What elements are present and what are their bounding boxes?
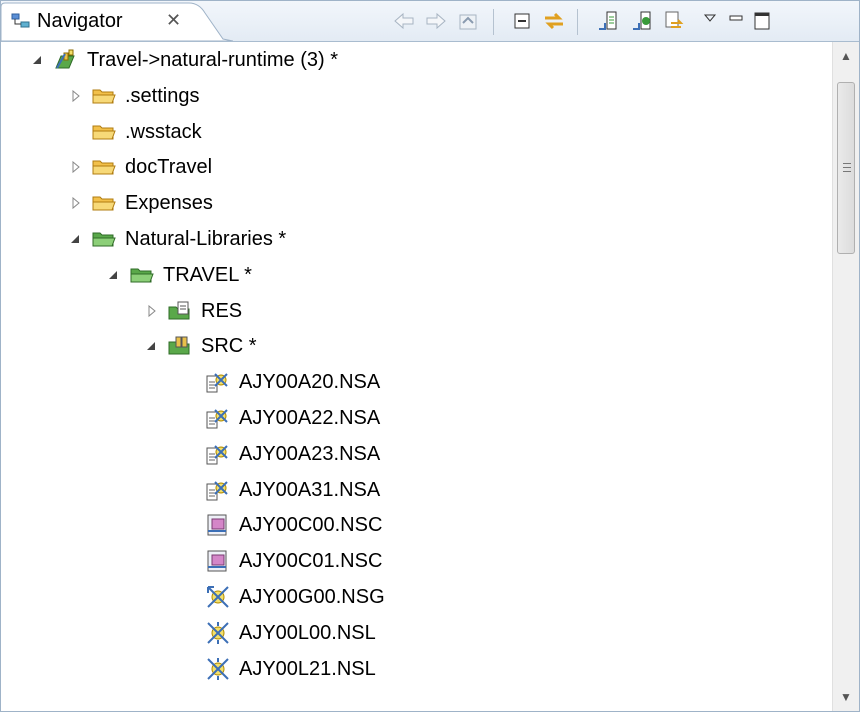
tree-item[interactable]: .wsstack [69, 115, 202, 149]
green-folder-icon [129, 263, 155, 287]
navigator-tab[interactable]: Navigator ✕ [1, 1, 233, 41]
tree-item[interactable]: AJY00C00.NSC [183, 508, 382, 542]
tree-item[interactable]: AJY00G00.NSG [183, 580, 385, 614]
tree-item-label: SRC * [201, 335, 257, 358]
tree-item[interactable]: Expenses [69, 186, 213, 220]
tree-item[interactable]: AJY00A22.NSA [183, 401, 380, 435]
collapse-arrow-icon[interactable] [69, 89, 83, 103]
view-menu-icon[interactable] [697, 9, 723, 33]
source-folder-icon [167, 334, 193, 358]
tree-item-label: AJY00L21.NSL [239, 657, 376, 680]
tree-item[interactable]: AJY00L00.NSL [183, 616, 376, 650]
tree-item-label: AJY00A20.NSA [239, 371, 381, 394]
navigator-view: Navigator ✕ Travel->natural-runtime (3) … [0, 0, 860, 712]
close-icon[interactable]: ✕ [166, 9, 181, 31]
tree-item-label: RES [201, 299, 243, 322]
tree-item-label: Natural-Libraries * [125, 228, 287, 250]
tree-item-label: .settings [125, 84, 200, 107]
expand-arrow-icon[interactable] [145, 339, 159, 353]
tree-item[interactable]: docTravel [69, 150, 212, 184]
nsc-file-icon [205, 549, 231, 573]
tree-item[interactable]: .settings [69, 79, 199, 113]
scroll-thumb[interactable] [837, 82, 855, 254]
green-folder-icon [91, 227, 117, 251]
refresh-sync-icon[interactable] [661, 9, 687, 33]
minimize-icon[interactable] [723, 9, 749, 33]
tree-item-label: AJY00C00.NSC [239, 514, 383, 537]
tree-item[interactable]: TRAVEL * [107, 258, 252, 292]
tree-item-label: docTravel [125, 156, 213, 179]
folder-icon [91, 191, 117, 215]
collapse-arrow-icon[interactable] [145, 304, 159, 318]
navigator-icon [11, 13, 31, 29]
collapse-all-icon[interactable] [509, 9, 535, 33]
expand-arrow-icon[interactable] [69, 232, 83, 246]
maximize-icon[interactable] [749, 9, 775, 33]
back-icon[interactable] [391, 9, 417, 33]
nsa-file-icon [205, 442, 231, 466]
collapse-arrow-icon[interactable] [69, 160, 83, 174]
navigator-tree[interactable]: Travel->natural-runtime (3) * .settings .w… [1, 42, 833, 711]
tree-item[interactable]: AJY00A20.NSA [183, 365, 380, 399]
nsl-file-icon [205, 621, 231, 645]
folder-icon [91, 120, 117, 144]
tree-item[interactable]: Travel->natural-runtime (3) * [31, 43, 338, 77]
download-icon[interactable] [629, 9, 655, 33]
vertical-scrollbar[interactable]: ▲ ▼ [832, 42, 859, 711]
project-icon [53, 48, 79, 72]
nsc-file-icon [205, 513, 231, 537]
go-up-icon[interactable] [455, 9, 481, 33]
tree-item-label: AJY00G00.NSG [239, 586, 385, 608]
tree-item-label: AJY00A23.NSA [239, 442, 381, 465]
tree-item[interactable]: AJY00A23.NSA [183, 437, 380, 471]
scroll-up-arrow-icon[interactable]: ▲ [833, 42, 859, 70]
tree-item-label: AJY00A31.NSA [239, 478, 381, 501]
scroll-down-arrow-icon[interactable]: ▼ [833, 683, 859, 711]
nsa-file-icon [205, 406, 231, 430]
tree-item[interactable]: AJY00A31.NSA [183, 473, 380, 507]
view-tab-bar: Navigator ✕ [1, 1, 859, 42]
tree-item[interactable]: AJY00L21.NSL [183, 652, 376, 686]
tree-item-label: AJY00C01.NSC [239, 550, 383, 573]
collapse-arrow-icon[interactable] [69, 196, 83, 210]
folder-icon [91, 155, 117, 179]
tree-item-label: .wsstack [125, 120, 202, 143]
tree-item[interactable]: Natural-Libraries * [69, 222, 286, 256]
nsa-file-icon [205, 370, 231, 394]
link-with-editor-icon[interactable] [541, 9, 567, 33]
forward-icon[interactable] [423, 9, 449, 33]
tab-title: Navigator [37, 10, 123, 32]
tree-item-label: Expenses [125, 192, 213, 215]
tree-item[interactable]: SRC * [145, 329, 257, 363]
resource-folder-icon [167, 299, 193, 323]
folder-icon [91, 84, 117, 108]
tree-item-label: AJY00A22.NSA [239, 407, 381, 429]
nsa-file-icon [205, 478, 231, 502]
expand-arrow-icon[interactable] [107, 268, 121, 282]
nsg-file-icon [205, 585, 231, 609]
upload-icon[interactable] [595, 9, 621, 33]
tree-item[interactable]: AJY00C01.NSC [183, 544, 382, 578]
tree-item-label: AJY00L00.NSL [239, 621, 376, 644]
tree-item[interactable]: RES [145, 294, 242, 328]
tree-item-label: TRAVEL * [163, 263, 252, 286]
tree-item-label: Travel->natural-runtime (3) * [87, 49, 339, 71]
nsl-file-icon [205, 657, 231, 681]
expand-arrow-icon[interactable] [31, 53, 45, 67]
